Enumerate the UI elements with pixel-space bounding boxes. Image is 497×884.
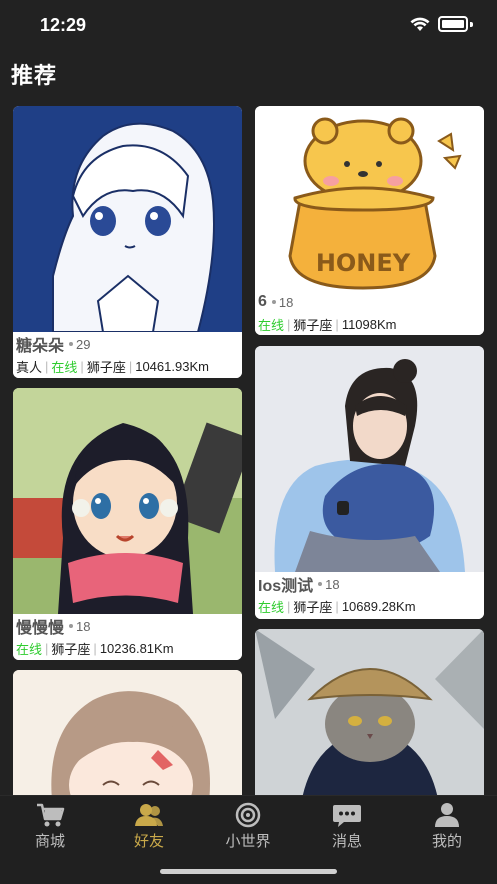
tag-distance: 11098Km	[341, 316, 397, 332]
user-photo: HONEY	[255, 106, 484, 290]
tab-label: 消息	[331, 833, 362, 850]
status-bar: 12:29	[0, 0, 497, 50]
user-age: 18	[325, 576, 340, 592]
tab-label: 好友	[133, 833, 164, 850]
status-time: 12:29	[40, 15, 87, 35]
user-age: 29	[76, 336, 91, 352]
cart-icon	[37, 803, 65, 827]
tag-zodiac: 狮子座	[293, 317, 333, 333]
tab-label: 小世界	[225, 833, 271, 850]
separator-dot	[271, 300, 276, 304]
separator-dot	[69, 342, 74, 346]
tab-label: 商城	[34, 833, 65, 850]
user-card[interactable]	[13, 670, 242, 810]
tab-shop[interactable]: 商城	[10, 802, 90, 851]
tag-distance: 10689.28Km	[341, 598, 416, 614]
tag-distance: 10236.81Km	[99, 640, 174, 656]
user-card[interactable]: 糖朵朵 29 真人 | 在线 | 狮子座 | 10461.93Km	[13, 106, 242, 378]
separator-dot	[69, 624, 74, 628]
message-icon	[333, 805, 361, 827]
tab-world[interactable]: 小世界	[208, 802, 288, 851]
tab-profile[interactable]: 我的	[407, 802, 487, 851]
user-card[interactable]: 慢慢慢 18 在线 | 狮子座 | 10236.81Km	[13, 388, 242, 660]
tag-online: 在线	[258, 317, 285, 333]
user-name: 慢慢慢	[16, 620, 65, 637]
user-photo	[13, 388, 242, 614]
honey-text: HONEY	[316, 249, 411, 277]
home-indicator	[160, 869, 337, 874]
user-photo	[255, 629, 484, 810]
tag-zodiac: 狮子座	[51, 641, 91, 657]
user-card[interactable]	[255, 629, 484, 810]
tag-verified: 真人	[16, 359, 43, 375]
card-info: 6 18 在线 | 狮子座 | 11098Km	[255, 290, 484, 335]
user-card[interactable]: Ios测试 18 在线 | 狮子座 | 10689.28Km	[255, 346, 484, 619]
status-icons	[410, 16, 473, 32]
battery-icon	[438, 16, 468, 32]
wifi-icon	[410, 17, 430, 31]
user-photo	[13, 106, 242, 332]
tag-zodiac: 狮子座	[293, 599, 333, 615]
user-card[interactable]: HONEY 6 18 在线 | 狮子座 | 11098Km	[255, 106, 484, 335]
tab-friends[interactable]: 好友	[109, 802, 189, 851]
user-name: Ios测试	[258, 578, 314, 595]
tag-online: 在线	[258, 599, 285, 615]
battery-cap	[470, 21, 473, 27]
user-photo	[13, 670, 242, 810]
world-icon	[235, 802, 261, 828]
tab-label: 我的	[431, 833, 462, 850]
tag-zodiac: 狮子座	[86, 359, 126, 375]
user-age: 18	[278, 294, 294, 310]
friends-icon	[135, 804, 163, 826]
page-title: 推荐	[11, 63, 58, 88]
tag-online: 在线	[16, 641, 43, 657]
separator-dot	[318, 582, 323, 586]
user-name: 6	[258, 293, 267, 310]
tag-online: 在线	[51, 359, 78, 375]
card-info: 慢慢慢 18 在线 | 狮子座 | 10236.81Km	[13, 614, 242, 660]
profile-icon	[435, 803, 459, 827]
card-info: Ios测试 18 在线 | 狮子座 | 10689.28Km	[255, 572, 484, 619]
card-info: 糖朵朵 29 真人 | 在线 | 狮子座 | 10461.93Km	[13, 332, 242, 378]
user-photo	[255, 346, 484, 572]
user-age: 18	[76, 618, 91, 634]
tag-distance: 10461.93Km	[135, 358, 209, 374]
tab-messages[interactable]: 消息	[307, 802, 387, 851]
user-name: 糖朵朵	[16, 338, 65, 355]
